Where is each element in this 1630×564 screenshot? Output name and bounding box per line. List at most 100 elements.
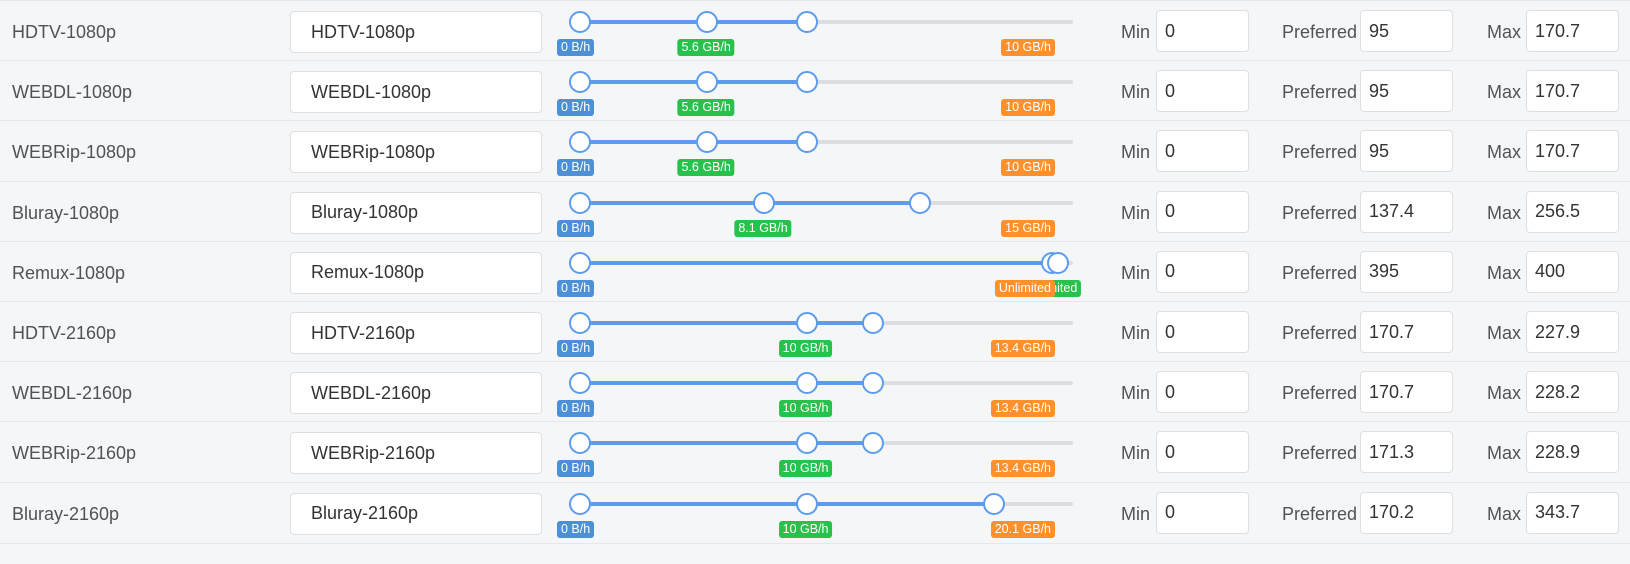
quality-title-input[interactable]	[290, 11, 542, 53]
slider-max-handle[interactable]	[795, 131, 818, 154]
quality-title-input[interactable]	[290, 131, 542, 174]
min-size-input[interactable]	[1156, 190, 1249, 233]
preferred-size-badge: 10 GB/h	[778, 400, 833, 418]
preferred-label: Preferred	[1282, 443, 1358, 464]
preferred-size-badge: 10 GB/h	[778, 460, 833, 478]
max-size-input[interactable]	[1526, 70, 1619, 113]
max-label: Max	[1487, 22, 1522, 42]
preferred-size-badge: 10 GB/h	[778, 340, 833, 357]
max-label: Max	[1487, 323, 1522, 343]
quality-title-input[interactable]	[290, 71, 542, 114]
max-size-input[interactable]	[1526, 190, 1619, 233]
slider-max-handle[interactable]	[862, 372, 885, 395]
max-size-input[interactable]	[1526, 431, 1619, 474]
min-size-input[interactable]	[1156, 70, 1249, 113]
size-range-slider[interactable]: 0 B/h 5.6 GB/h 10 GB/h	[557, 121, 1085, 183]
quality-title-input[interactable]	[290, 312, 542, 354]
preferred-size-input[interactable]	[1360, 10, 1453, 52]
size-range-slider[interactable]: 0 B/h 8.1 GB/h 15 GB/h	[557, 182, 1085, 244]
quality-definitions-list: HDTV-1080p 0 B/h 5.6 GB/h 10 GB/h Min Pr…	[0, 0, 1630, 564]
quality-row: HDTV-2160p 0 B/h 10 GB/h 13.4 GB/h Min P…	[0, 301, 1630, 363]
slider-min-handle[interactable]	[569, 11, 591, 33]
slider-min-handle[interactable]	[569, 492, 591, 515]
slider-max-handle[interactable]	[908, 191, 931, 214]
slider-max-handle[interactable]	[862, 312, 885, 334]
slider-preferred-handle[interactable]	[795, 432, 818, 455]
slider-preferred-handle[interactable]	[753, 191, 776, 214]
slider-preferred-handle[interactable]	[795, 312, 818, 334]
slider-min-handle[interactable]	[569, 312, 591, 334]
min-label: Min	[1121, 383, 1151, 404]
slider-min-handle[interactable]	[569, 372, 591, 395]
quality-name: WEBDL-2160p	[12, 383, 133, 404]
size-range-slider[interactable]: 0 B/h 10 GB/h 13.4 GB/h	[557, 302, 1085, 364]
min-size-badge: 0 B/h	[557, 520, 595, 538]
preferred-size-input[interactable]	[1360, 70, 1453, 113]
min-size-input[interactable]	[1156, 371, 1249, 414]
min-size-input[interactable]	[1156, 491, 1249, 534]
max-size-badge: Unlimited	[994, 279, 1055, 297]
preferred-size-input[interactable]	[1360, 311, 1453, 353]
size-range-slider[interactable]: 0 B/h 5.6 GB/h 10 GB/h	[557, 1, 1085, 63]
preferred-size-input[interactable]	[1360, 130, 1453, 173]
slider-fill	[579, 80, 806, 85]
preferred-size-input[interactable]	[1360, 371, 1453, 414]
preferred-size-badge: 5.6 GB/h	[677, 159, 735, 177]
min-size-input[interactable]	[1156, 10, 1249, 52]
slider-min-handle[interactable]	[569, 251, 591, 274]
preferred-label: Preferred	[1282, 383, 1358, 404]
preferred-size-input[interactable]	[1360, 190, 1453, 233]
quality-title-input[interactable]	[290, 191, 542, 234]
slider-min-handle[interactable]	[569, 131, 591, 154]
min-size-input[interactable]	[1156, 431, 1249, 474]
slider-fill	[579, 321, 873, 325]
quality-title-input[interactable]	[290, 251, 542, 294]
size-range-slider[interactable]: 0 B/h 5.6 GB/h 10 GB/h	[557, 61, 1085, 123]
slider-max-handle[interactable]	[795, 11, 818, 33]
max-size-input[interactable]	[1526, 491, 1619, 534]
quality-name: WEBRip-2160p	[12, 443, 137, 464]
slider-preferred-handle[interactable]	[696, 11, 719, 33]
quality-row: Bluray-1080p 0 B/h 8.1 GB/h 15 GB/h Min …	[0, 180, 1630, 244]
preferred-size-input[interactable]	[1360, 250, 1453, 293]
max-size-badge: 13.4 GB/h	[990, 340, 1055, 357]
preferred-size-badge: 8.1 GB/h	[734, 219, 792, 237]
min-label: Min	[1121, 503, 1151, 524]
max-size-input[interactable]	[1526, 311, 1619, 353]
max-size-input[interactable]	[1526, 10, 1619, 52]
min-size-input[interactable]	[1156, 130, 1249, 173]
quality-title-input[interactable]	[290, 492, 542, 535]
max-size-input[interactable]	[1526, 250, 1619, 293]
quality-title-input[interactable]	[290, 432, 542, 475]
slider-preferred-handle[interactable]	[696, 71, 719, 94]
max-label: Max	[1487, 262, 1522, 283]
size-range-slider[interactable]: 0 B/h 10 GB/h 13.4 GB/h	[557, 422, 1085, 484]
slider-max-handle[interactable]	[1047, 251, 1069, 274]
size-range-slider[interactable]: 0 B/h Unlimited Unlimited	[557, 242, 1085, 304]
preferred-label: Preferred	[1282, 22, 1358, 42]
size-range-slider[interactable]: 0 B/h 10 GB/h 20.1 GB/h	[557, 483, 1085, 545]
slider-min-handle[interactable]	[569, 432, 591, 455]
min-size-input[interactable]	[1156, 250, 1249, 293]
slider-max-handle[interactable]	[982, 492, 1005, 515]
quality-row: HDTV-1080p 0 B/h 5.6 GB/h 10 GB/h Min Pr…	[0, 0, 1630, 62]
quality-name: WEBDL-1080p	[12, 82, 133, 103]
slider-fill	[579, 260, 1057, 265]
quality-title-input[interactable]	[290, 372, 542, 415]
min-label: Min	[1121, 202, 1151, 223]
size-range-slider[interactable]: 0 B/h 10 GB/h 13.4 GB/h	[557, 362, 1085, 424]
max-size-input[interactable]	[1526, 371, 1619, 414]
min-size-input[interactable]	[1156, 311, 1249, 353]
max-size-input[interactable]	[1526, 130, 1619, 173]
slider-min-handle[interactable]	[569, 71, 591, 94]
quality-name: HDTV-1080p	[12, 22, 117, 42]
slider-preferred-handle[interactable]	[795, 372, 818, 395]
slider-max-handle[interactable]	[862, 432, 885, 455]
quality-row: WEBRip-2160p 0 B/h 10 GB/h 13.4 GB/h Min…	[0, 421, 1630, 483]
slider-min-handle[interactable]	[569, 191, 591, 214]
slider-preferred-handle[interactable]	[696, 131, 719, 154]
preferred-size-input[interactable]	[1360, 431, 1453, 474]
slider-max-handle[interactable]	[795, 71, 818, 94]
slider-preferred-handle[interactable]	[795, 492, 818, 515]
preferred-size-input[interactable]	[1360, 491, 1453, 534]
